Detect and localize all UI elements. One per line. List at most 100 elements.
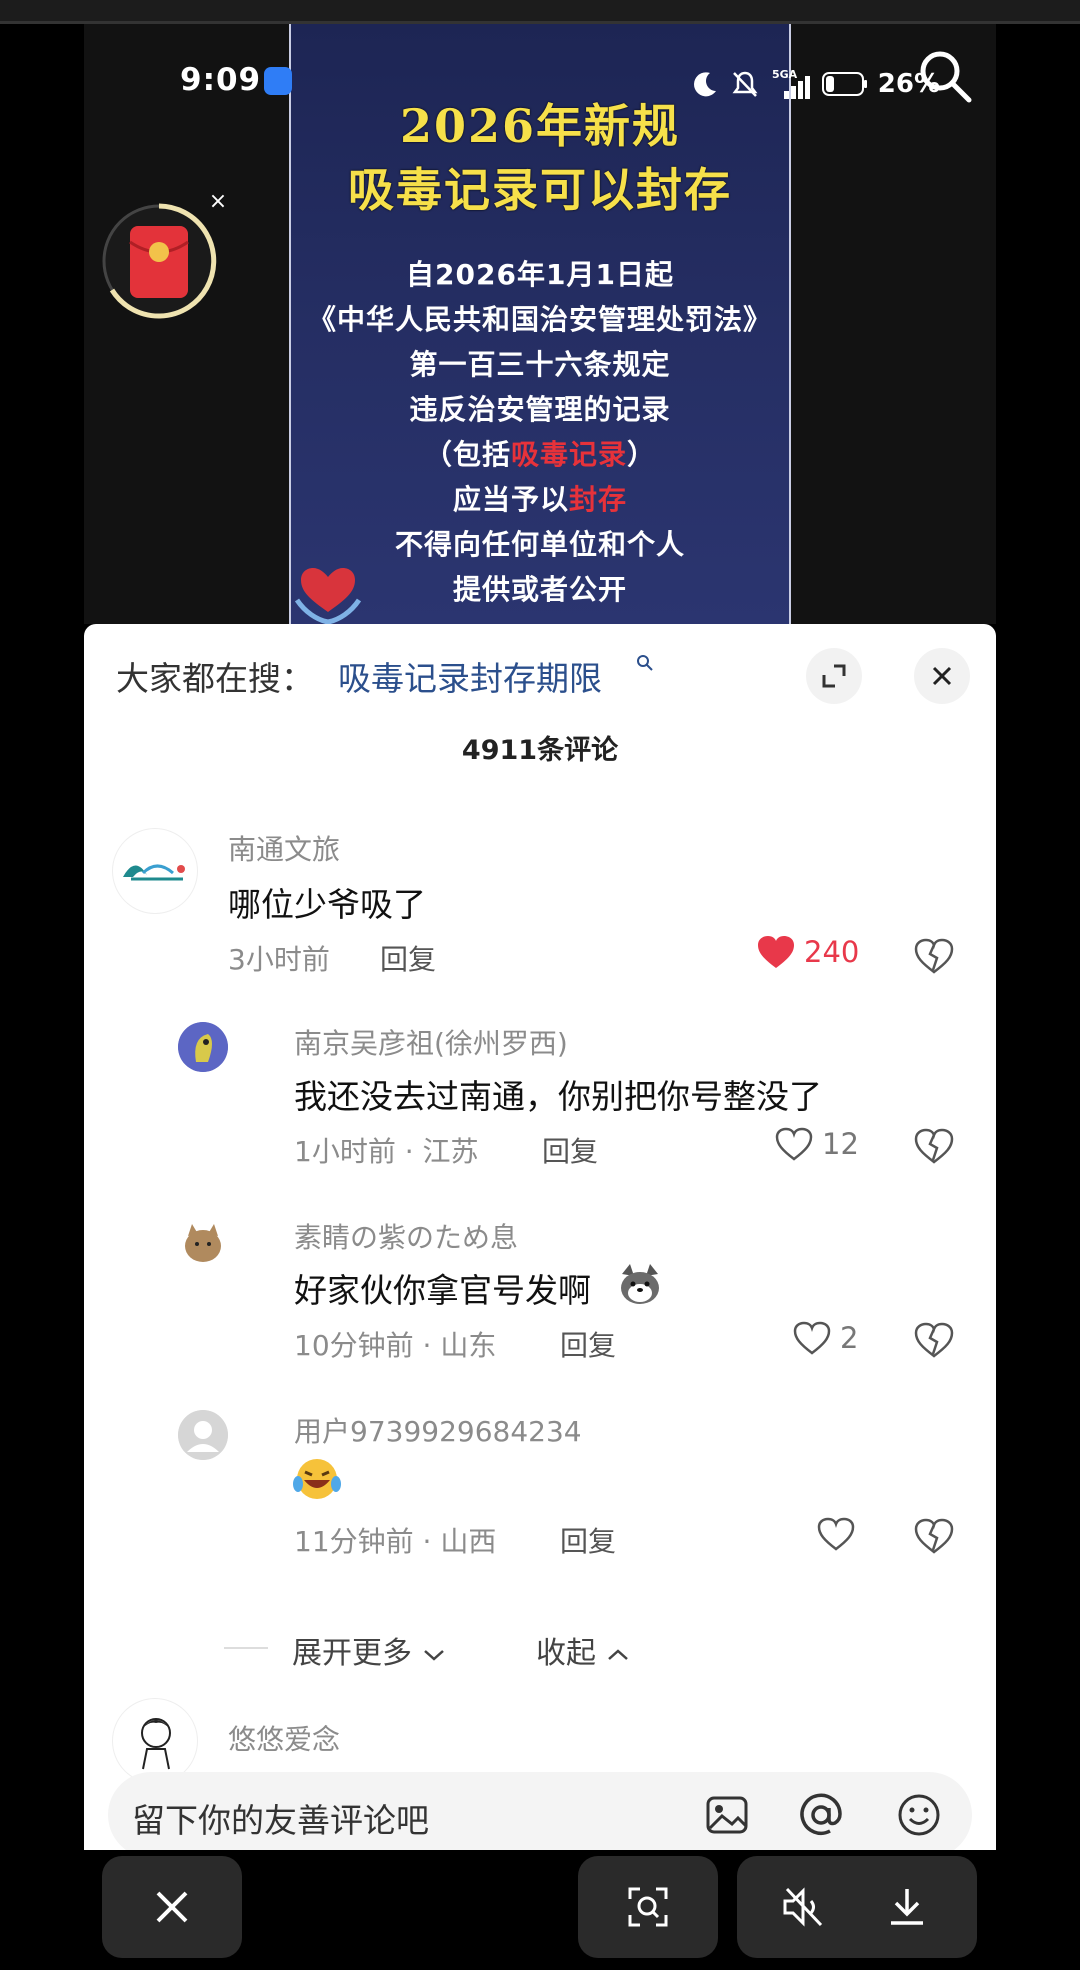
- comment-username[interactable]: 南通文旅: [228, 828, 340, 868]
- avatar[interactable]: [112, 828, 198, 914]
- like-count: 2: [840, 1321, 859, 1355]
- moon-icon: [693, 72, 716, 97]
- download-icon[interactable]: [885, 1885, 929, 1929]
- heart-outline-icon: [793, 1321, 831, 1355]
- signal-icon: 5GA: [772, 68, 810, 99]
- expand-icon: [822, 664, 846, 688]
- like-button[interactable]: 12: [774, 1126, 859, 1162]
- expand-more-button[interactable]: 展开更多: [292, 1628, 446, 1672]
- mute-bell-icon: [732, 71, 758, 97]
- comment-username[interactable]: 用户9739929684234: [294, 1410, 582, 1450]
- video-frame-poster: 2026年新规 吸毒记录可以封存 自2026年1月1日起 《中华人民共和国治安管…: [289, 24, 791, 624]
- dislike-broken-heart-icon[interactable]: [914, 1126, 954, 1166]
- mute-icon[interactable]: [781, 1885, 827, 1929]
- close-button[interactable]: [102, 1856, 242, 1958]
- red-envelope-icon[interactable]: [100, 202, 218, 320]
- reply-button[interactable]: 回复: [380, 938, 436, 978]
- reply-button[interactable]: 回复: [542, 1130, 598, 1170]
- media-controls: [737, 1856, 977, 1958]
- image-icon[interactable]: [704, 1792, 750, 1838]
- like-button[interactable]: 240: [756, 934, 859, 970]
- collapse-button[interactable]: 收起: [536, 1628, 630, 1672]
- heart-outline-icon: [817, 1517, 855, 1551]
- dislike-broken-heart-icon[interactable]: [914, 1320, 954, 1360]
- laughing-crying-emoji-icon: [293, 1459, 341, 1499]
- husky-emoji-icon: [621, 1264, 659, 1304]
- comment-username[interactable]: 南京吴彦祖(徐州罗西): [294, 1022, 568, 1062]
- sheet-header: 大家都在搜： 吸毒记录封存期限: [84, 624, 996, 724]
- reply-button[interactable]: 回复: [560, 1520, 616, 1560]
- comment-text: 哪位少爷吸了: [228, 885, 426, 924]
- avatar[interactable]: [178, 1410, 228, 1460]
- poster-line: 第一百三十六条规定: [409, 348, 671, 381]
- avatar[interactable]: [178, 1022, 228, 1072]
- poster-line: 违反治安管理的记录: [409, 393, 671, 426]
- expand-button[interactable]: [806, 648, 862, 704]
- trending-search-link[interactable]: 吸毒记录封存期限: [338, 652, 602, 700]
- poster-highlight: 吸毒记录: [510, 438, 627, 471]
- poster-line: 不得向任何单位和个人: [394, 528, 685, 561]
- close-icon: [156, 1891, 188, 1923]
- dislike-broken-heart-icon[interactable]: [914, 936, 954, 976]
- cat-avatar-icon: [185, 1224, 221, 1262]
- heart-hands-logo-icon: [294, 568, 362, 624]
- like-button[interactable]: 2: [792, 1320, 858, 1356]
- network-type-label: 5GA: [772, 68, 798, 81]
- heart-filled-icon: [758, 936, 794, 968]
- comment-time-location: 1小时前 · 江苏: [294, 1135, 479, 1168]
- poster-line: 提供或者公开: [452, 573, 627, 606]
- top-edge: [0, 0, 1080, 24]
- status-time: 9:09: [180, 62, 262, 98]
- comment-time: 3小时前: [228, 943, 330, 976]
- video-letterbox-left: [84, 24, 289, 624]
- nantong-logo-icon: [123, 864, 185, 881]
- comment-time-location: 11分钟前 · 山西: [294, 1525, 497, 1558]
- like-count: 12: [822, 1127, 859, 1161]
- like-button[interactable]: [816, 1516, 856, 1552]
- poster-text: 应当予以: [452, 483, 569, 516]
- dislike-broken-heart-icon[interactable]: [914, 1516, 954, 1556]
- comment-input[interactable]: 留下你的友善评论吧: [108, 1772, 972, 1850]
- emoji-icon[interactable]: [896, 1792, 942, 1838]
- chevron-down-icon: [423, 1650, 444, 1661]
- poster-text: ）: [627, 438, 657, 471]
- search-icon: [637, 655, 653, 671]
- close-icon[interactable]: ×: [208, 191, 228, 213]
- heart-outline-icon: [775, 1127, 813, 1161]
- poster-line: 应当予以封存: [291, 477, 789, 522]
- comment-username[interactable]: 素睛の紫のため息: [294, 1216, 518, 1256]
- comment-sheet: 大家都在搜： 吸毒记录封存期限 4911条评论 南通文旅 哪位少爷吸了 3小时前…: [84, 624, 996, 1850]
- comment-username[interactable]: 悠悠爱念: [228, 1718, 340, 1758]
- chevron-up-icon: [607, 1649, 628, 1660]
- poster-title-line2: 吸毒记录可以封存: [348, 163, 732, 217]
- poster-line: 《中华人民共和国治安管理处罚法》: [307, 303, 772, 336]
- battery-icon: [821, 72, 867, 96]
- reply-button[interactable]: 回复: [560, 1324, 616, 1364]
- video-player[interactable]: 2026年新规 吸毒记录可以封存 自2026年1月1日起 《中华人民共和国治安管…: [84, 24, 996, 624]
- status-bar: 9:09 5GA 26%: [180, 58, 940, 108]
- poster-highlight: 封存: [569, 483, 628, 516]
- app-notification-icon: [264, 67, 292, 95]
- video-letterbox-right: [791, 24, 996, 624]
- comment-time-location: 10分钟前 · 山东: [294, 1329, 497, 1362]
- expand-more-label: 展开更多: [292, 1636, 412, 1671]
- comment-input-placeholder: 留下你的友善评论吧: [132, 1801, 429, 1840]
- comment-text: 我还没去过南通，你别把你号整没了: [294, 1077, 822, 1116]
- mention-icon[interactable]: [798, 1792, 844, 1838]
- scan-button[interactable]: [578, 1856, 718, 1958]
- poster-line: 自2026年1月1日起: [406, 258, 674, 291]
- close-sheet-button[interactable]: [914, 648, 970, 704]
- poster-line: （包括吸毒记录）: [291, 432, 789, 477]
- poster-text: （包括: [423, 438, 511, 471]
- comment-text: 好家伙你拿官号发啊: [294, 1271, 591, 1310]
- thread-controls: 展开更多 收起: [84, 1624, 996, 1672]
- search-icon[interactable]: [915, 46, 975, 106]
- like-count: 240: [804, 935, 860, 969]
- avatar[interactable]: [178, 1216, 228, 1266]
- collapse-label: 收起: [536, 1636, 596, 1671]
- trending-search-label: 大家都在搜：: [116, 659, 314, 698]
- comment-count: 4911条评论: [461, 735, 619, 766]
- scan-search-icon: [628, 1887, 668, 1927]
- close-icon: [932, 666, 952, 686]
- default-user-icon: [178, 1410, 228, 1460]
